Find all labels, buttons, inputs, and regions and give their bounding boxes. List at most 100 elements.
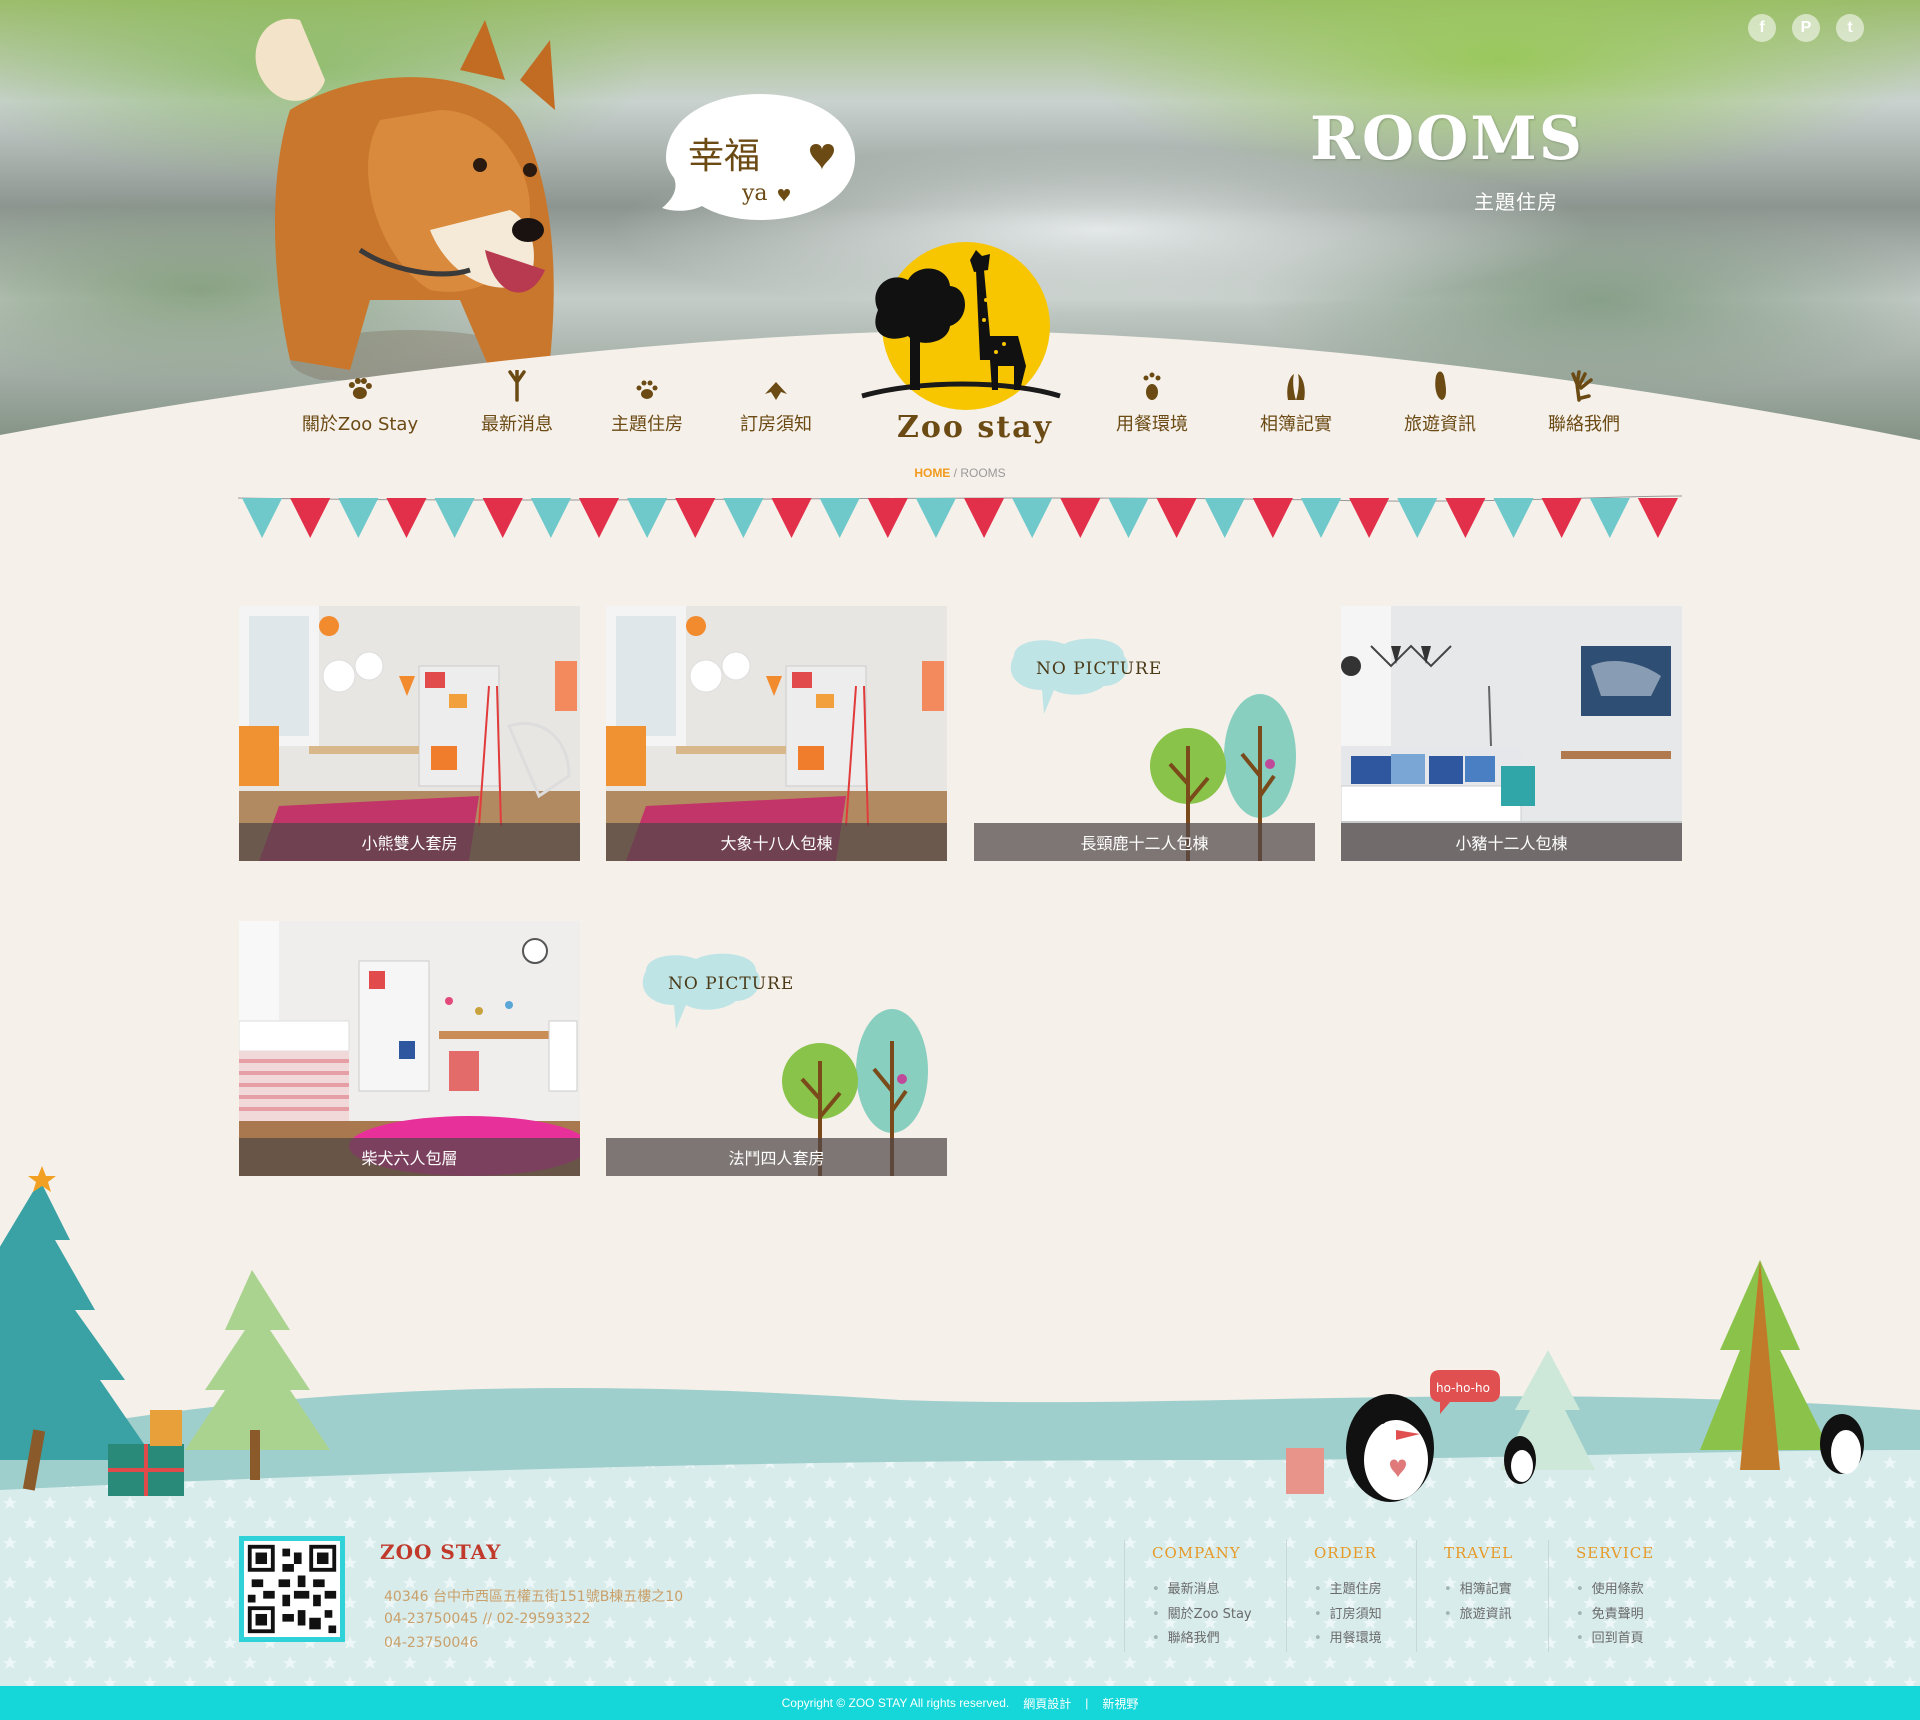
designer-name-link[interactable]: 新視野 <box>1102 1695 1138 1712</box>
room-card[interactable]: NO PICTURE 長頸鹿十二人包棟 <box>974 606 1315 861</box>
designer-link[interactable]: 網頁設計 <box>1023 1695 1071 1712</box>
bunting-flag <box>1012 498 1053 538</box>
footer-col-title-travel: TRAVEL <box>1444 1544 1514 1562</box>
nav-label: 旅遊資訊 <box>1404 414 1476 435</box>
bunting-flag <box>1108 498 1149 538</box>
room-card[interactable]: 大象十八人包棟 <box>606 606 947 861</box>
bunting-flag <box>915 498 956 538</box>
bunting-flag <box>482 498 523 538</box>
bunting-flag <box>1204 498 1245 538</box>
footer-divider <box>1124 1540 1125 1652</box>
copyright-text: Copyright © ZOO STAY All rights reserved… <box>781 1696 1010 1710</box>
footer-col-title-order: ORDER <box>1314 1544 1377 1562</box>
room-title: 小熊雙人套房 <box>239 823 580 861</box>
copyright-bar: Copyright © ZOO STAY All rights reserved… <box>0 1686 1920 1720</box>
penguin-big <box>1346 1394 1434 1502</box>
bunting-flag <box>530 498 571 538</box>
room-card[interactable]: 小豬十二人包棟 <box>1341 606 1682 861</box>
nav-item-dining[interactable]: 用餐環境 <box>1116 368 1188 436</box>
bunting-flag <box>1300 498 1342 538</box>
bunting-flag <box>867 498 908 538</box>
footer-link[interactable]: 聯絡我們 <box>1152 1627 1220 1646</box>
footer-col-title-service: SERVICE <box>1576 1544 1655 1562</box>
bunting-flag <box>386 498 427 538</box>
footer-link[interactable]: 訂房須知 <box>1314 1603 1382 1622</box>
footer-brand: ZOO STAY <box>380 1540 502 1564</box>
room-title: 小豬十二人包棟 <box>1341 823 1682 861</box>
nav-item-about[interactable]: 關於Zoo Stay <box>302 368 418 436</box>
nav-item-news[interactable]: 最新消息 <box>481 368 553 436</box>
bunting-flag <box>1541 498 1582 538</box>
footer-divider <box>1286 1540 1287 1652</box>
bunting-flag <box>1493 498 1534 538</box>
nav-item-booking[interactable]: 訂房須知 <box>740 368 812 436</box>
cat-paw-icon <box>634 368 660 402</box>
footer-link[interactable]: 相簿記實 <box>1444 1578 1512 1597</box>
breadcrumb-current: ROOMS <box>960 466 1006 480</box>
nav-label: 相簿記實 <box>1260 414 1332 435</box>
no-picture-label: NO PICTURE <box>668 974 794 994</box>
bear-paw-icon <box>1141 368 1163 402</box>
penguin-speech-text: ho-ho-ho <box>1436 1381 1490 1395</box>
zoo-stay-logo[interactable] <box>858 240 1064 410</box>
logo-text: Zoo stay <box>897 410 1053 445</box>
bunting-flag <box>723 498 764 538</box>
bunting-flag <box>964 498 1005 538</box>
nav-label: 主題住房 <box>611 414 683 435</box>
paw-icon <box>347 368 373 402</box>
bunting-flag <box>578 498 620 538</box>
bunting-flag <box>819 498 860 538</box>
nav-label: 訂房須知 <box>740 414 812 435</box>
qr-code <box>239 1536 345 1642</box>
footer-link[interactable]: 使用條款 <box>1576 1578 1644 1597</box>
footer-link[interactable]: 關於Zoo Stay <box>1152 1603 1252 1622</box>
bunting-flag <box>1445 498 1486 538</box>
bunting-flag <box>771 498 812 538</box>
bunting-flag <box>1349 498 1390 538</box>
nav-label: 關於Zoo Stay <box>301 414 419 435</box>
nav-item-travel[interactable]: 旅遊資訊 <box>1404 368 1476 436</box>
nav-item-album[interactable]: 相簿記實 <box>1260 368 1332 436</box>
bunting-flags <box>238 495 1682 538</box>
footer-divider <box>1548 1540 1549 1652</box>
bunting-flag <box>1156 498 1197 538</box>
footer-link[interactable]: 旅遊資訊 <box>1444 1603 1512 1622</box>
breadcrumb-separator: / <box>953 466 957 480</box>
breadcrumb: HOME / ROOMS <box>700 466 1220 480</box>
breadcrumb-home-link[interactable]: HOME <box>914 466 950 480</box>
bunting-flag <box>1637 498 1678 538</box>
footer-divider <box>1416 1540 1417 1652</box>
bird-foot-icon <box>506 368 528 402</box>
nav-label: 聯絡我們 <box>1548 414 1620 435</box>
nav-item-contact[interactable]: 聯絡我們 <box>1548 368 1620 436</box>
room-card[interactable]: 小熊雙人套房 <box>239 606 580 861</box>
bunting-flag <box>1397 498 1438 538</box>
no-picture-label: NO PICTURE <box>1036 659 1162 679</box>
footer-link[interactable]: 免責聲明 <box>1576 1603 1644 1622</box>
footer-address: 40346 台中市西區五權五街151號B棟五樓之10 <box>384 1589 684 1605</box>
bunting-flag <box>1060 498 1101 538</box>
footer-col-title-company: COMPANY <box>1152 1544 1241 1562</box>
room-title: 大象十八人包棟 <box>606 823 947 861</box>
nav-label: 最新消息 <box>481 414 553 435</box>
bunting-flag <box>627 498 668 538</box>
bunting-flag <box>1252 498 1293 538</box>
bunting-flag <box>1589 498 1630 538</box>
footprint-icon <box>1430 368 1450 402</box>
bunting-flag <box>242 498 283 538</box>
room-title: 長頸鹿十二人包棟 <box>974 823 1315 861</box>
hand-paw-icon <box>1571 368 1597 402</box>
footer-link[interactable]: 最新消息 <box>1152 1578 1220 1597</box>
designer-separator: | <box>1085 1696 1089 1710</box>
footer-link[interactable]: 用餐環境 <box>1314 1627 1382 1646</box>
footer-link[interactable]: 主題住房 <box>1314 1578 1382 1597</box>
qr-code-icon <box>244 1541 340 1637</box>
nav-label: 用餐環境 <box>1116 414 1188 435</box>
footer-fax: 04-23750046 <box>384 1635 479 1651</box>
footer-phones: 04-23750045 // 02-29593322 <box>384 1611 591 1627</box>
bunting-flag <box>338 498 379 538</box>
bunting-flag <box>434 498 475 538</box>
bunting-flag <box>675 498 716 538</box>
footer-link[interactable]: 回到首頁 <box>1576 1627 1644 1646</box>
nav-item-rooms[interactable]: 主題住房 <box>611 368 683 436</box>
